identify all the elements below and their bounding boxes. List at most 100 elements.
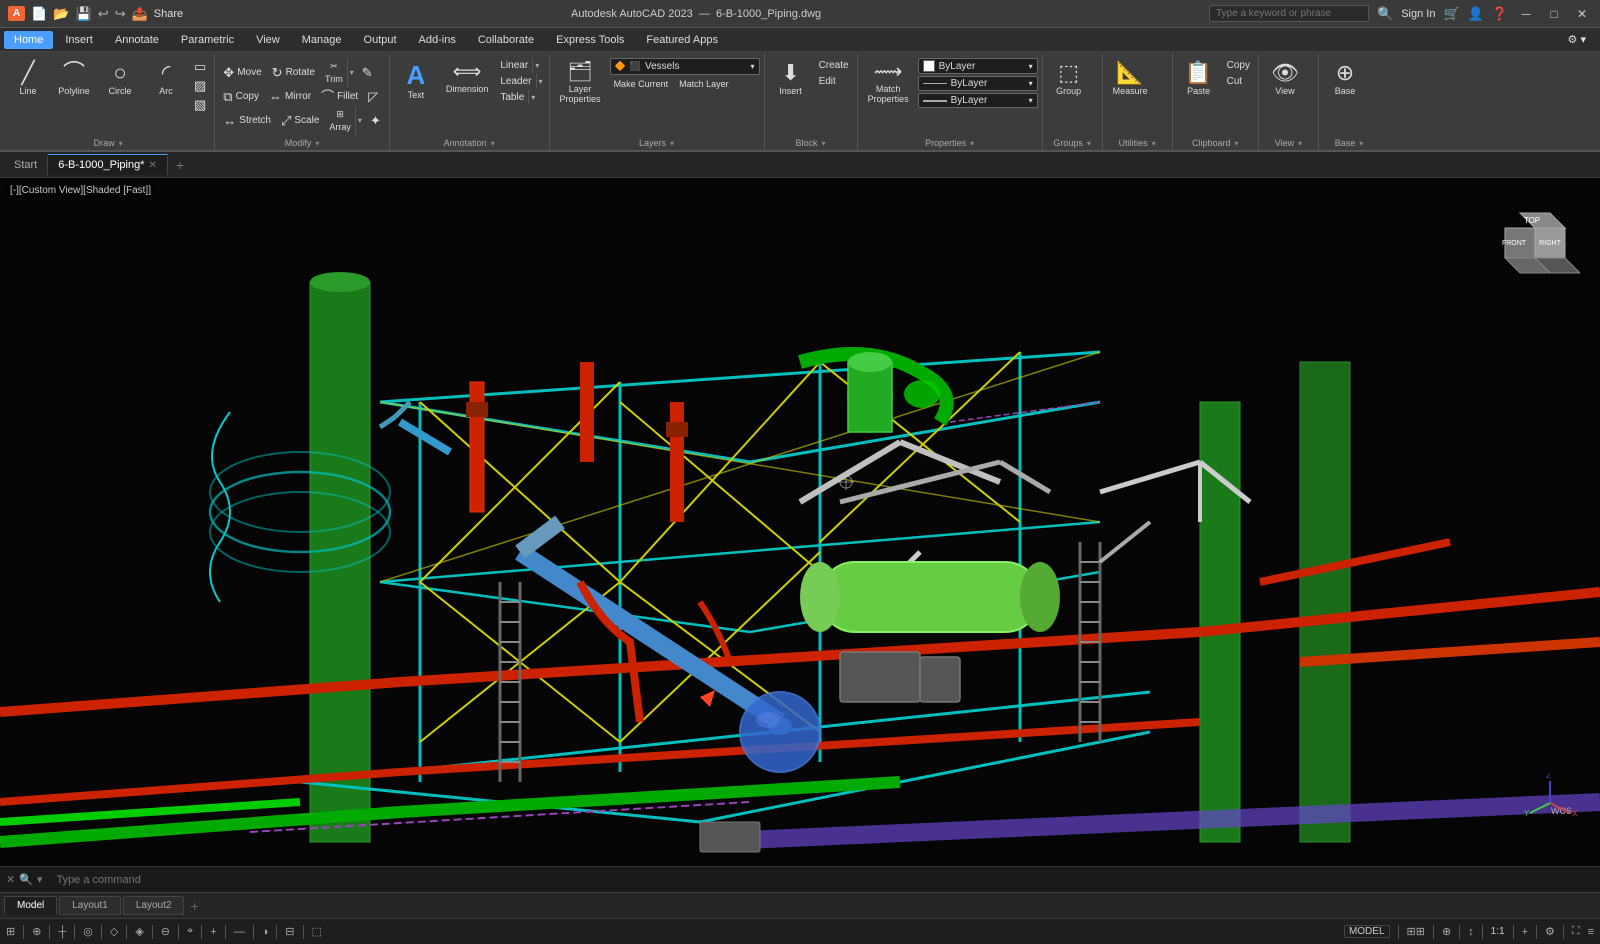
layer-make-current-btn[interactable]: Make Current — [610, 77, 673, 91]
modify-copy-btn[interactable]: ⧉Copy — [219, 88, 263, 105]
menu-express[interactable]: Express Tools — [546, 31, 634, 49]
save-btn[interactable]: 💾 — [76, 6, 92, 22]
status-viewport-scale[interactable]: ⊕ — [1442, 925, 1451, 938]
modify-mirror-btn[interactable]: ⇔Mirror — [265, 88, 315, 105]
menu-collaborate[interactable]: Collaborate — [468, 31, 544, 49]
properties-group-label[interactable]: Properties▾ — [862, 137, 1038, 150]
menu-addins[interactable]: Add-ins — [409, 31, 466, 49]
status-annotation-scale[interactable]: ↕ — [1468, 926, 1474, 938]
layout-tab-model[interactable]: Model — [4, 896, 57, 915]
layer-match-btn[interactable]: Match Layer — [675, 77, 733, 91]
help-icon[interactable]: ❓ — [1492, 6, 1508, 22]
cart-icon[interactable]: 🛒 — [1443, 6, 1459, 22]
match-properties-btn[interactable]: ⟿ MatchProperties — [862, 58, 915, 108]
status-3dosnap[interactable]: ◈ — [135, 925, 143, 938]
cmd-dropdown-icon[interactable]: ▾ — [37, 873, 43, 886]
copy-clip-btn[interactable]: Copy — [1223, 58, 1254, 73]
status-grid-display[interactable]: ⊞⊞ — [1407, 925, 1425, 938]
open-btn[interactable]: 📂 — [53, 6, 69, 22]
draw-arc-btn[interactable]: ◜ Arc — [144, 58, 188, 100]
status-workspace[interactable]: ⚙ — [1545, 925, 1555, 938]
base-group-label[interactable]: Base▾ — [1323, 137, 1375, 150]
view-group-label[interactable]: View▾ — [1263, 137, 1314, 150]
modify-array-btn[interactable]: ⊞Array ▾ — [325, 106, 364, 135]
new-btn[interactable]: 📄 — [31, 6, 47, 22]
status-full-screen[interactable]: ⛶ — [1572, 925, 1580, 938]
tab-start[interactable]: Start — [4, 155, 48, 175]
linetype-dropdown[interactable]: ByLayer ▾ — [918, 76, 1038, 91]
menu-manage[interactable]: Manage — [292, 31, 352, 49]
status-sel[interactable]: ⬚ — [312, 925, 322, 938]
layout-tab-layout1[interactable]: Layout1 — [59, 896, 121, 915]
annotation-group-label[interactable]: Annotation▾ — [394, 137, 545, 150]
cut-btn[interactable]: Cut — [1223, 74, 1254, 89]
modify-scale-btn[interactable]: ⤢Scale — [277, 106, 323, 135]
measure-btn[interactable]: 📐 Measure — [1107, 58, 1154, 100]
draw-line-btn[interactable]: ╱ Line — [6, 58, 50, 100]
model-label[interactable]: MODEL — [1344, 925, 1390, 938]
menu-home[interactable]: Home — [4, 31, 53, 49]
status-zoom-in[interactable]: + — [1522, 926, 1528, 938]
status-snap[interactable]: ⊕ — [32, 925, 41, 938]
sign-in[interactable]: Sign In — [1401, 8, 1435, 20]
color-dropdown[interactable]: ByLayer ▾ — [918, 58, 1038, 74]
layer-properties-btn[interactable]: 🗂 LayerProperties — [554, 58, 607, 108]
menu-annotate[interactable]: Annotate — [105, 31, 169, 49]
status-polar[interactable]: ◎ — [83, 925, 93, 938]
block-edit-btn[interactable]: Edit — [815, 74, 853, 89]
modify-move-btn[interactable]: ✥Move — [219, 58, 265, 87]
maximize-btn[interactable]: □ — [1544, 4, 1564, 24]
annotation-table-btn[interactable]: Table ▾ — [496, 90, 544, 105]
block-group-label[interactable]: Block▾ — [769, 137, 853, 150]
groups-group-label[interactable]: Groups▾ — [1047, 137, 1098, 150]
cad-canvas[interactable] — [0, 178, 1600, 866]
modify-rotate-btn[interactable]: ↻Rotate — [268, 58, 319, 87]
search-icon[interactable]: 🔍 — [1377, 6, 1393, 22]
utilities-group-label[interactable]: Utilities▾ — [1107, 137, 1168, 150]
status-ucs[interactable]: ⌖ — [187, 925, 193, 938]
modify-group-label[interactable]: Modify▾ — [219, 137, 385, 150]
modify-chamfer-btn[interactable]: ◸ — [364, 88, 382, 105]
annotation-text-btn[interactable]: A Text — [394, 58, 438, 104]
view-btn[interactable]: 👁 View — [1263, 58, 1307, 100]
modify-fillet-btn[interactable]: ⌒Fillet — [317, 88, 362, 105]
modify-erase-btn[interactable]: ✎ — [358, 58, 377, 87]
status-qp[interactable]: ⊟ — [285, 925, 294, 938]
base-btn[interactable]: ⊕ Base — [1323, 58, 1367, 100]
user-icon[interactable]: 👤 — [1468, 6, 1484, 22]
menu-parametric[interactable]: Parametric — [171, 31, 244, 49]
tab-drawing[interactable]: 6-B-1000_Piping* ✕ — [48, 154, 168, 175]
workspace-dropdown[interactable]: ⚙ ▾ — [1558, 30, 1596, 49]
group-btn[interactable]: ⬚ Group — [1047, 58, 1091, 100]
status-transparency[interactable]: ◑ — [262, 926, 269, 938]
keyword-search[interactable] — [1209, 5, 1369, 22]
modify-explode-btn[interactable]: ✦ — [366, 106, 385, 135]
draw-gradient-btn[interactable]: ▧ — [190, 96, 210, 113]
layout-tab-layout2[interactable]: Layout2 — [123, 896, 185, 915]
minimize-btn[interactable]: ─ — [1516, 4, 1536, 24]
status-lweight[interactable]: — — [234, 926, 245, 938]
menu-view[interactable]: View — [246, 31, 290, 49]
modify-stretch-btn[interactable]: ↔Stretch — [219, 106, 275, 135]
status-grid[interactable]: ⊞ — [6, 925, 15, 938]
command-input[interactable] — [50, 872, 1594, 888]
annotation-leader-btn[interactable]: Leader ▾ — [496, 74, 544, 89]
status-otrack[interactable]: ⊖ — [161, 925, 170, 938]
scale-label[interactable]: 1:1 — [1491, 926, 1505, 937]
lineweight-dropdown[interactable]: ByLayer ▾ — [918, 93, 1038, 108]
menu-output[interactable]: Output — [354, 31, 407, 49]
cmd-cancel-icon[interactable]: ✕ — [6, 873, 15, 886]
modify-trim-btn[interactable]: ✂Trim ▾ — [321, 58, 356, 87]
share-label[interactable]: Share — [154, 8, 183, 20]
draw-group-label[interactable]: Draw▾ — [6, 137, 210, 150]
block-insert-btn[interactable]: ⬇ Insert — [769, 58, 813, 100]
close-btn[interactable]: ✕ — [1572, 4, 1592, 24]
undo-btn[interactable]: ↩ — [98, 6, 109, 22]
annotation-dimension-btn[interactable]: ⟺ Dimension — [440, 58, 495, 98]
tab-close-btn[interactable]: ✕ — [148, 160, 156, 171]
layers-group-label[interactable]: Layers▾ — [554, 137, 760, 150]
redo-btn[interactable]: ↪ — [115, 6, 126, 22]
cmd-search-icon[interactable]: 🔍 — [19, 873, 33, 886]
layer-dropdown[interactable]: 🔶 ⬛ Vessels ▾ — [610, 58, 760, 75]
menu-insert[interactable]: Insert — [55, 31, 103, 49]
